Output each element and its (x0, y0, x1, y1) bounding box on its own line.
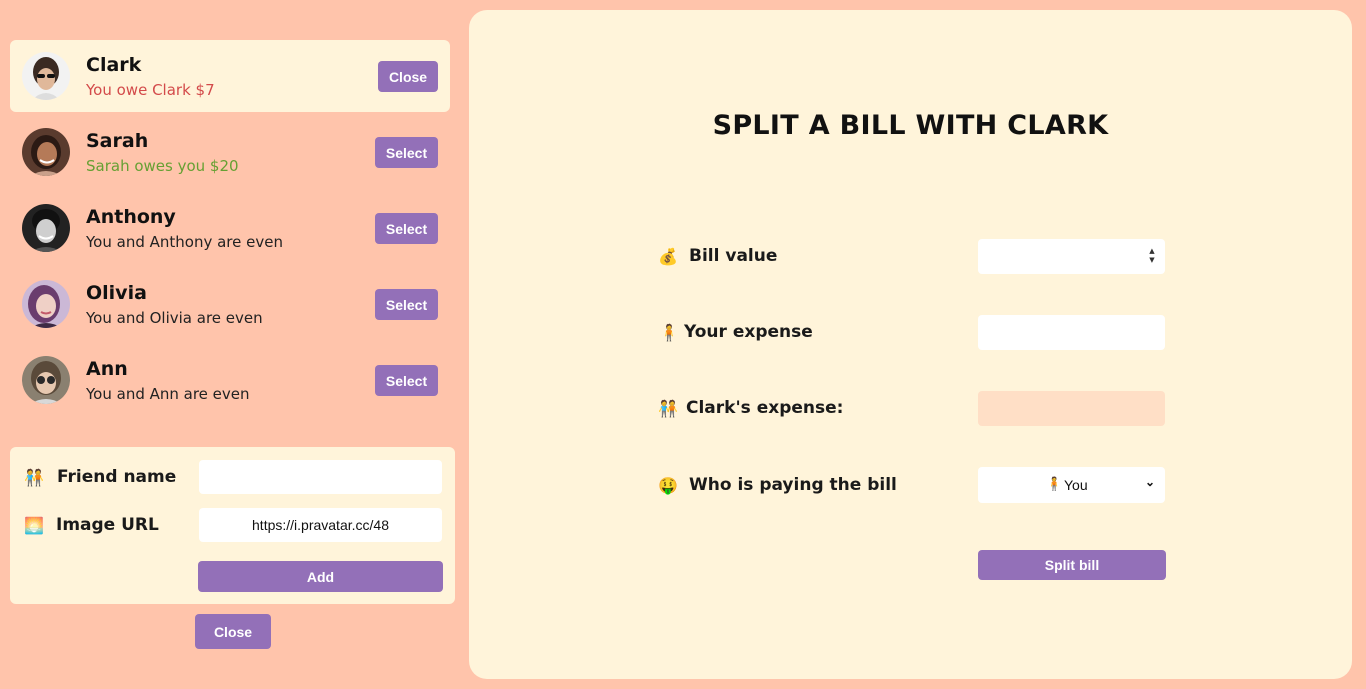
split-bill-button[interactable]: Split bill (978, 550, 1166, 580)
select-friend-button[interactable]: Select (375, 213, 438, 244)
friend-name: Anthony (86, 206, 176, 228)
friend-expense-input (978, 391, 1165, 426)
your-expense-label: Your expense (684, 322, 813, 342)
friend-item-ann[interactable]: Ann You and Ann are even Select (10, 344, 450, 416)
bill-value-field[interactable]: ▲ ▼ (978, 239, 1165, 274)
friend-expense-label: Clark's expense: (686, 398, 844, 418)
bill-value-input[interactable] (978, 239, 1165, 274)
person-icon: 🧍 (659, 323, 679, 342)
payer-label: Who is paying the bill (689, 475, 897, 495)
select-friend-button[interactable]: Select (375, 289, 438, 320)
friend-status: Sarah owes you $20 (86, 157, 239, 175)
friend-status: You and Ann are even (86, 385, 250, 403)
page-title: SPLIT A BILL WITH CLARK (712, 110, 1109, 141)
select-friend-button[interactable]: Select (375, 137, 438, 168)
avatar (22, 280, 70, 328)
friend-status: You owe Clark $7 (86, 81, 215, 99)
friend-item-olivia[interactable]: Olivia You and Olivia are even Select (10, 268, 450, 340)
money-bag-icon: 💰 (658, 247, 678, 266)
image-url-input[interactable] (199, 508, 442, 542)
friend-name-label: Friend name (57, 467, 177, 487)
money-mouth-face-icon: 🤑 (658, 476, 678, 495)
spinner-down-icon[interactable]: ▼ (1149, 257, 1154, 264)
friend-name: Ann (86, 358, 128, 380)
spinner-up-icon[interactable]: ▲ (1149, 248, 1154, 255)
payer-selected-value: You (1064, 477, 1088, 493)
bill-value-label: Bill value (689, 246, 778, 266)
friend-status: You and Olivia are even (86, 309, 263, 327)
image-url-label: Image URL (56, 515, 159, 535)
friend-status: You and Anthony are even (86, 233, 283, 251)
app: Clark You owe Clark $7 Close Sarah Sarah… (0, 0, 1366, 689)
your-expense-input[interactable] (978, 315, 1165, 350)
select-friend-button[interactable]: Select (375, 365, 438, 396)
friend-item-sarah[interactable]: Sarah Sarah owes you $20 Select (10, 116, 450, 188)
avatar (22, 52, 70, 100)
friend-item-clark[interactable]: Clark You owe Clark $7 Close (10, 40, 450, 112)
sunset-image-icon: 🌅 (24, 516, 44, 535)
payer-select[interactable]: 🧍 You ⌄ (978, 467, 1165, 503)
people-icon: 🧑‍🤝‍🧑 (24, 468, 44, 487)
friend-name: Sarah (86, 130, 149, 152)
person-icon: 🧍 (1046, 476, 1063, 491)
friend-item-anthony[interactable]: Anthony You and Anthony are even Select (10, 192, 450, 264)
number-spinner[interactable]: ▲ ▼ (1147, 248, 1157, 264)
avatar (22, 128, 70, 176)
add-friend-form: 🧑‍🤝‍🧑 Friend name 🌅 Image URL Add (10, 447, 455, 604)
friend-name: Olivia (86, 282, 147, 304)
people-icon: 🧑‍🤝‍🧑 (658, 399, 678, 418)
friend-name: Clark (86, 54, 142, 76)
avatar (22, 204, 70, 252)
add-friend-button[interactable]: Add (198, 561, 443, 592)
split-bill-panel: SPLIT A BILL WITH CLARK 💰 Bill value ▲ ▼… (469, 10, 1352, 679)
close-friend-button[interactable]: Close (378, 61, 438, 92)
avatar (22, 356, 70, 404)
close-form-button[interactable]: Close (195, 614, 271, 649)
friend-name-input[interactable] (199, 460, 442, 494)
chevron-down-icon: ⌄ (1144, 475, 1155, 489)
